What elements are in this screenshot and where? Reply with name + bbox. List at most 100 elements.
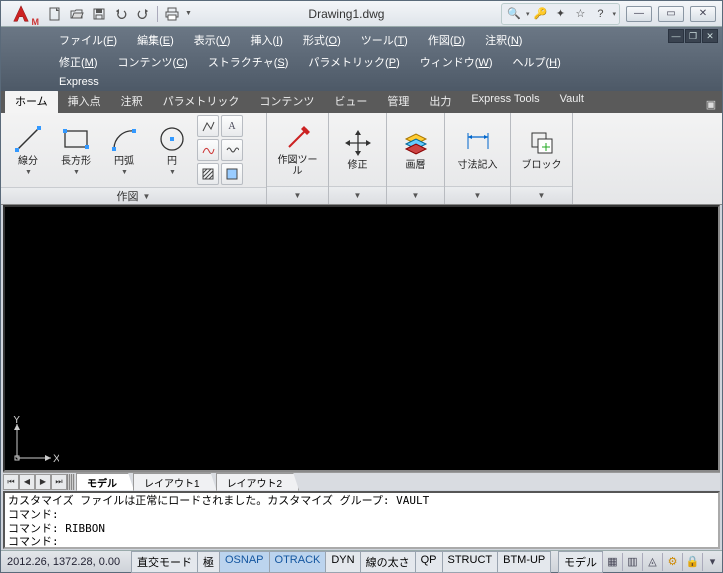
- menu-o[interactable]: 形式(O): [293, 29, 351, 51]
- minimize-button[interactable]: ―: [626, 6, 652, 22]
- status-toggle-直交モード[interactable]: 直交モード: [131, 551, 198, 573]
- panel-modify-expand[interactable]: ▼: [329, 186, 386, 204]
- close-button[interactable]: ✕: [690, 6, 716, 22]
- status-quickview-icon[interactable]: ▥: [622, 553, 642, 571]
- qat-dropdown-icon[interactable]: ▼: [185, 10, 192, 17]
- tool-hatch-icon[interactable]: [197, 163, 219, 185]
- menu-i[interactable]: 挿入(I): [240, 29, 292, 51]
- qat-save-icon[interactable]: [89, 4, 109, 24]
- tool-rectangle[interactable]: 長方形 ▼: [53, 122, 99, 178]
- status-toggle-OTRACK[interactable]: OTRACK: [269, 551, 327, 573]
- status-toggle-BTM-UP[interactable]: BTM-UP: [497, 551, 551, 573]
- status-lock-icon[interactable]: 🔒: [682, 553, 702, 571]
- panel-dim-expand[interactable]: ▼: [445, 186, 510, 204]
- infocenter-search-icon[interactable]: 🔍: [505, 5, 523, 23]
- app-suffix: M: [32, 17, 40, 27]
- tool-polyline-icon[interactable]: [197, 115, 219, 137]
- menu-d[interactable]: 作図(D): [418, 29, 475, 51]
- titlebar: M ▼ Drawing1.dwg 🔍 ▾ 🔑 ✦ ☆ ? ▾ ― ▭ ✕: [1, 1, 722, 27]
- tool-layer[interactable]: 画層: [393, 126, 439, 173]
- mdi-minimize-button[interactable]: ―: [668, 29, 684, 43]
- ribbon-tab-5[interactable]: ビュー: [324, 89, 377, 113]
- status-workspace-icon[interactable]: ⚙: [662, 553, 682, 571]
- menu-w[interactable]: ウィンドウ(W): [410, 51, 503, 73]
- menu-m[interactable]: 修正(M): [49, 51, 108, 73]
- panel-drawtool-expand[interactable]: ▼: [267, 186, 328, 204]
- status-toggle-STRUCT[interactable]: STRUCT: [442, 551, 499, 573]
- ribbon-tab-1[interactable]: 挿入点: [58, 89, 111, 113]
- layout-tab-0[interactable]: モデル: [76, 473, 134, 491]
- tool-wave-icon[interactable]: [221, 139, 243, 161]
- sheet-nav-next-icon[interactable]: ▶: [35, 474, 51, 490]
- menu-p[interactable]: パラメトリック(P): [298, 51, 409, 73]
- panel-layer-expand[interactable]: ▼: [387, 186, 444, 204]
- sheet-nav-first-icon[interactable]: ⏮: [3, 474, 19, 490]
- tool-dimension[interactable]: 寸法記入: [455, 126, 501, 173]
- sheet-nav-prev-icon[interactable]: ◀: [19, 474, 35, 490]
- qat-redo-icon[interactable]: [133, 4, 153, 24]
- sheet-nav-last-icon[interactable]: ⏭: [51, 474, 67, 490]
- layout-tab-1[interactable]: レイアウト1: [133, 473, 217, 491]
- document-title: Drawing1.dwg: [192, 7, 501, 21]
- tool-arc[interactable]: 円弧 ▼: [101, 122, 147, 178]
- ribbon-tab-6[interactable]: 管理: [377, 89, 419, 113]
- statusbar: 2012.26, 1372.28, 0.00 直交モード極OSNAPOTRACK…: [1, 550, 722, 572]
- qat-print-icon[interactable]: [162, 4, 182, 24]
- layout-tab-2[interactable]: レイアウト2: [216, 473, 300, 491]
- maximize-button[interactable]: ▭: [658, 6, 684, 22]
- ribbon-tab-7[interactable]: 出力: [419, 89, 461, 113]
- ribbon-tab-0[interactable]: ホーム: [5, 89, 58, 113]
- mdi-restore-button[interactable]: ❐: [685, 29, 701, 43]
- tool-dimension-label: 寸法記入: [458, 160, 498, 171]
- menu-express[interactable]: Express: [49, 73, 109, 91]
- panel-draw-title[interactable]: 作図▼: [1, 187, 266, 204]
- tool-text-icon[interactable]: A: [221, 115, 243, 137]
- tool-region-icon[interactable]: [221, 163, 243, 185]
- drawing-canvas[interactable]: X Y: [3, 205, 720, 472]
- ribbon-collapse-icon[interactable]: ▣: [700, 95, 722, 113]
- app-menu-button[interactable]: M: [1, 1, 41, 27]
- status-annotation-icon[interactable]: ◬: [642, 553, 662, 571]
- infocenter-help-icon[interactable]: ?: [591, 5, 609, 23]
- command-line[interactable]: カスタマイズ ファイルは正常にロードされました。カスタマイズ グループ: VAU…: [3, 491, 720, 549]
- tool-drawtool[interactable]: 作図ツール: [275, 121, 321, 179]
- tool-line[interactable]: 線分 ▼: [5, 122, 51, 178]
- sheet-grip[interactable]: [67, 474, 75, 490]
- tool-circle[interactable]: 円 ▼: [149, 122, 195, 178]
- status-toggle-QP[interactable]: QP: [415, 551, 443, 573]
- qat-undo-icon[interactable]: [111, 4, 131, 24]
- ribbon-tab-2[interactable]: 注釈: [111, 89, 153, 113]
- status-toggle-極[interactable]: 極: [197, 551, 220, 573]
- status-toggle-OSNAP[interactable]: OSNAP: [219, 551, 270, 573]
- menu-t[interactable]: ツール(T): [351, 29, 418, 51]
- menu-c[interactable]: コンテンツ(C): [108, 51, 198, 73]
- status-space-toggle[interactable]: モデル: [558, 551, 603, 573]
- infocenter-comm-icon[interactable]: ✦: [551, 5, 569, 23]
- status-toggle-線の太さ[interactable]: 線の太さ: [360, 551, 416, 573]
- tool-arc-label: 円弧: [114, 156, 134, 167]
- qat-open-icon[interactable]: [67, 4, 87, 24]
- tool-modify[interactable]: 修正: [335, 126, 381, 173]
- menu-s[interactable]: ストラクチャ(S): [198, 51, 299, 73]
- infocenter-favorite-icon[interactable]: ☆: [571, 5, 589, 23]
- mdi-controls: ― ❐ ✕: [668, 29, 718, 43]
- menu-e[interactable]: 編集(E): [127, 29, 184, 51]
- status-grid-icon[interactable]: ▦: [602, 553, 622, 571]
- menu-v[interactable]: 表示(V): [184, 29, 241, 51]
- status-toggle-DYN[interactable]: DYN: [325, 551, 360, 573]
- menu-h[interactable]: ヘルプ(H): [502, 51, 570, 73]
- qat-new-icon[interactable]: [45, 4, 65, 24]
- panel-block-expand[interactable]: ▼: [511, 186, 572, 204]
- ribbon-tab-9[interactable]: Vault: [550, 89, 594, 113]
- status-coordinates[interactable]: 2012.26, 1372.28, 0.00: [1, 556, 131, 568]
- menu-f[interactable]: ファイル(F): [49, 29, 127, 51]
- ribbon-tab-8[interactable]: Express Tools: [461, 89, 549, 113]
- ribbon-tab-4[interactable]: コンテンツ: [249, 89, 324, 113]
- ribbon-tab-3[interactable]: パラメトリック: [153, 89, 250, 113]
- status-tray-icon[interactable]: ▾: [702, 553, 722, 571]
- tool-spline-icon[interactable]: [197, 139, 219, 161]
- menu-n[interactable]: 注釈(N): [475, 29, 532, 51]
- tool-block[interactable]: ブロック: [519, 126, 565, 173]
- mdi-close-button[interactable]: ✕: [702, 29, 718, 43]
- infocenter-key-icon[interactable]: 🔑: [531, 5, 549, 23]
